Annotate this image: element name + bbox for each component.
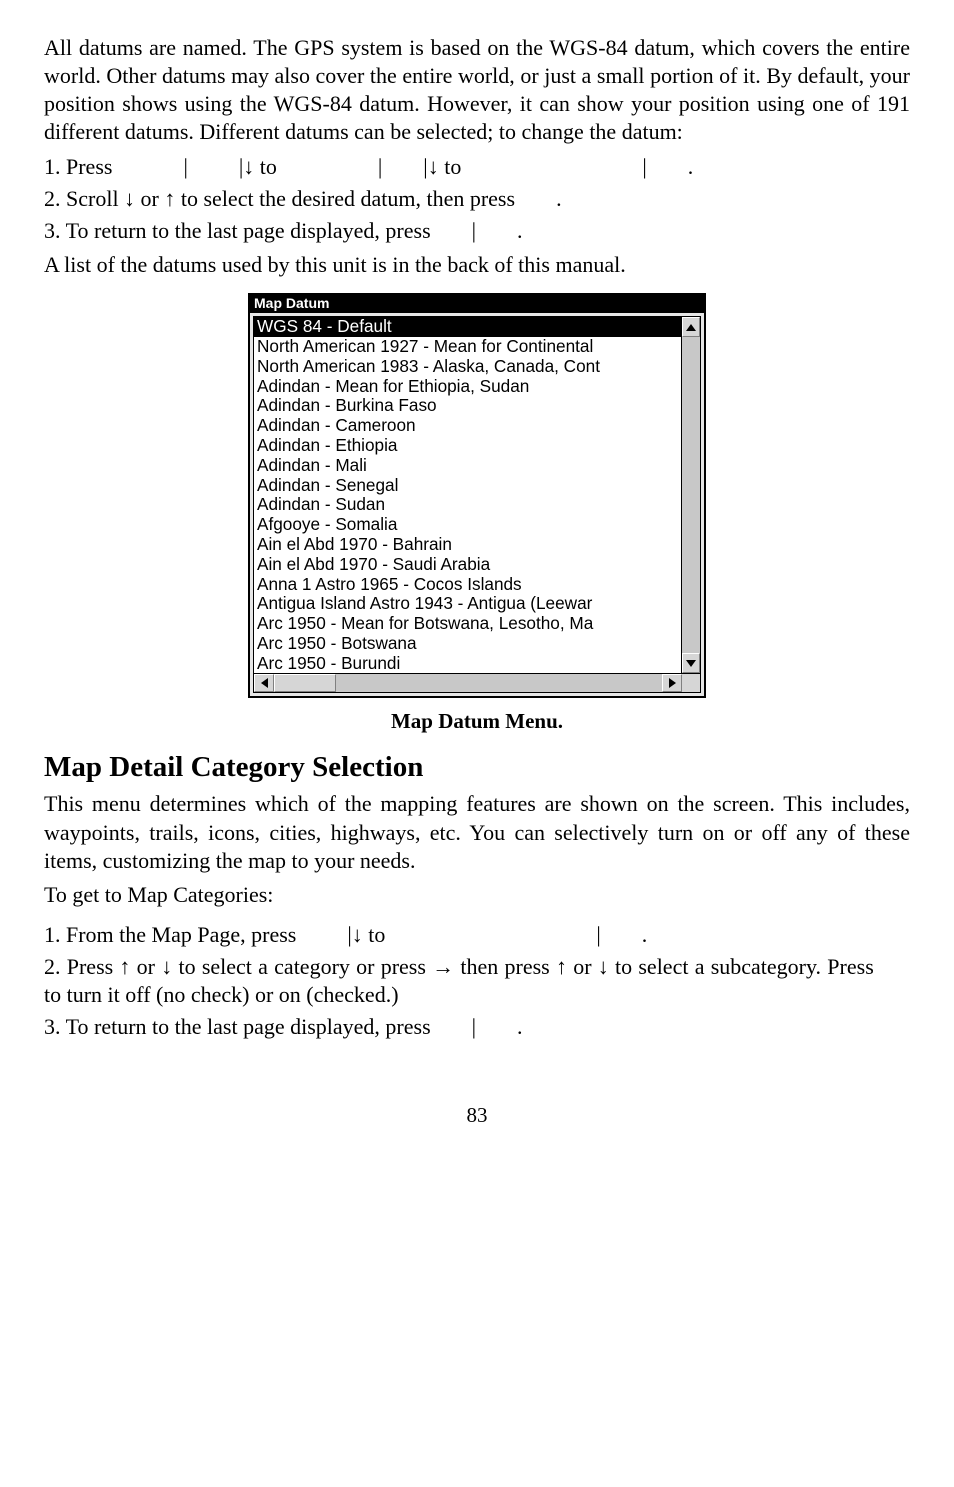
vertical-scrollbar[interactable] [682,317,700,673]
step3-pipe: | [472,218,476,243]
hscroll-track[interactable] [274,674,662,692]
datum-item[interactable]: Afgooye - Somalia [254,515,681,535]
datum-item[interactable]: Antigua Island Astro 1943 - Antigua (Lee… [254,594,681,614]
step1-text-a: 1. Press [44,154,118,179]
map-datum-window: Map Datum WGS 84 - DefaultNorth American… [248,293,706,698]
mstep3-a: 3. To return to the last page displayed,… [44,1014,436,1039]
mstep3-pipe: | [472,1014,476,1039]
datum-item[interactable]: Arc 1950 - Burundi [254,654,681,674]
datum-item[interactable]: North American 1927 - Mean for Continent… [254,337,681,357]
step1-pipe-3: | [642,154,646,179]
datum-item[interactable]: Ain el Abd 1970 - Bahrain [254,535,681,555]
section-body: This menu determines which of the mappin… [44,790,910,874]
section-heading: Map Detail Category Selection [44,749,910,786]
step1-arrow-1: |↓ to [239,154,283,179]
hscroll-thumb[interactable] [274,674,336,692]
datum-list[interactable]: WGS 84 - DefaultNorth American 1927 - Me… [254,317,682,673]
step1-arrow-2: |↓ to [423,154,467,179]
change-datum-step-2: 2. Scroll ↓ or ↑ to select the desired d… [44,185,910,213]
mapcat-step-3: 3. To return to the last page displayed,… [44,1013,910,1041]
datum-list-note: A list of the datums used by this unit i… [44,251,910,279]
datum-item[interactable]: North American 1983 - Alaska, Canada, Co… [254,357,681,377]
datum-item[interactable]: Adindan - Cameroon [254,416,681,436]
horizontal-scrollbar[interactable] [254,673,700,692]
mapcat-step-2: 2. Press ↑ or ↓ to select a category or … [44,953,910,1009]
datum-item[interactable]: Adindan - Senegal [254,476,681,496]
scroll-corner [682,674,700,692]
down-arrow-icon [686,660,696,667]
up-arrow-icon [686,324,696,331]
page-number: 83 [44,1102,910,1129]
mapcat-step-1: 1. From the Map Page, press |↓ to | . [44,921,910,949]
mstep1-a: 1. From the Map Page, press [44,922,302,947]
datum-item[interactable]: Adindan - Mean for Ethiopia, Sudan [254,377,681,397]
step2-period: . [556,186,562,211]
step1-pipe-2: | [378,154,382,179]
step1-period: . [688,154,694,179]
vscroll-track[interactable] [682,337,700,653]
step3-text: 3. To return to the last page displayed,… [44,218,436,243]
mstep1-pipe: | [596,922,600,947]
intro-paragraph: All datums are named. The GPS system is … [44,34,910,147]
mstep3-period: . [517,1014,523,1039]
datum-item[interactable]: Anna 1 Astro 1965 - Cocos Islands [254,575,681,595]
mstep1-b: |↓ to [347,922,391,947]
scroll-up-button[interactable] [682,317,700,337]
scroll-down-button[interactable] [682,653,700,673]
step2-text: 2. Scroll ↓ or ↑ to select the desired d… [44,186,521,211]
change-datum-step-3: 3. To return to the last page displayed,… [44,217,910,245]
left-arrow-icon [261,678,268,688]
mstep2-b: to turn it off (no check) or on (checked… [44,982,399,1007]
datum-item[interactable]: Arc 1950 - Botswana [254,634,681,654]
step3-period: . [517,218,523,243]
step1-pipe-1: | [183,154,187,179]
datum-item[interactable]: Ain el Abd 1970 - Saudi Arabia [254,555,681,575]
window-title: Map Datum [250,295,704,313]
scroll-left-button[interactable] [254,674,274,692]
scroll-right-button[interactable] [662,674,682,692]
datum-item[interactable]: Adindan - Burkina Faso [254,396,681,416]
right-arrow-icon [669,678,676,688]
datum-item[interactable]: WGS 84 - Default [254,317,681,337]
mstep1-period: . [642,922,648,947]
section-lead: To get to Map Categories: [44,881,910,909]
figure-caption: Map Datum Menu. [44,708,910,735]
datum-item[interactable]: Adindan - Sudan [254,495,681,515]
mstep2-a: 2. Press ↑ or ↓ to select a category or … [44,954,880,979]
datum-item[interactable]: Adindan - Ethiopia [254,436,681,456]
datum-item[interactable]: Adindan - Mali [254,456,681,476]
datum-item[interactable]: Arc 1950 - Mean for Botswana, Lesotho, M… [254,614,681,634]
change-datum-step-1: 1. Press | |↓ to | |↓ to | . [44,153,910,181]
